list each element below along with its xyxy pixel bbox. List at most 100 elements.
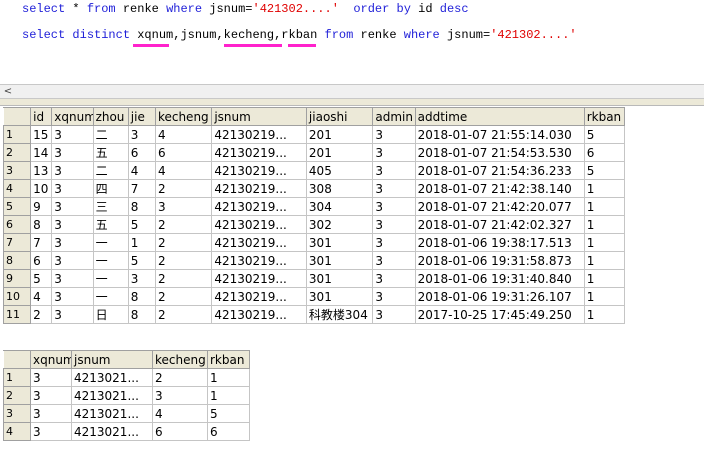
cell-addtime[interactable]: 2018-01-07 21:54:36.233 (414, 161, 585, 180)
cell-xqnum[interactable]: 3 (51, 233, 94, 252)
cell-jsnum[interactable]: 4213021... (71, 404, 153, 423)
cell-kecheng[interactable]: 2 (154, 287, 213, 306)
row-number[interactable]: 2 (3, 386, 31, 405)
cell-admin[interactable]: 3 (372, 251, 416, 270)
results-grid-1[interactable]: id xqnum zhou jie kecheng jsnum jiaoshi admin ad… (2, 107, 626, 324)
cell-rkban[interactable]: 6 (583, 143, 626, 162)
cell-jiaoshi[interactable]: 科教楼304 (305, 305, 374, 324)
cell-jie[interactable]: 5 (127, 251, 156, 270)
cell-xqnum[interactable]: 3 (51, 125, 94, 144)
cell-id[interactable]: 14 (30, 143, 53, 162)
cell-zhou[interactable]: 四 (92, 179, 129, 198)
cell-addtime[interactable]: 2018-01-07 21:54:53.530 (414, 143, 585, 162)
cell-rkban[interactable]: 1 (583, 197, 626, 216)
cell-admin[interactable]: 3 (372, 215, 416, 234)
cell-jsnum[interactable]: 4213021... (71, 422, 153, 441)
cell-kecheng[interactable]: 2 (154, 233, 213, 252)
query-line-2[interactable]: select distinct xqnum,jsnum,kecheng,rkba… (22, 28, 577, 42)
row-number[interactable]: 7 (2, 233, 32, 252)
results-grid-2[interactable]: xqnum jsnum kecheng rkban 1 3 4213021... 2 1 2 3 4… (3, 350, 250, 441)
cell-zhou[interactable]: 一 (92, 251, 129, 270)
pane-splitter[interactable] (0, 99, 704, 106)
cell-xqnum[interactable]: 3 (51, 179, 94, 198)
cell-xqnum[interactable]: 3 (30, 368, 72, 387)
table-row[interactable]: 1 3 4213021... 2 1 (3, 368, 250, 387)
horizontal-scrollbar[interactable]: < (0, 84, 704, 99)
cell-kecheng[interactable]: 2 (152, 368, 208, 387)
cell-admin[interactable]: 3 (372, 305, 416, 324)
row-number[interactable]: 8 (2, 251, 32, 270)
cell-jiaoshi[interactable]: 308 (305, 179, 374, 198)
cell-jiaoshi[interactable]: 304 (305, 197, 374, 216)
table-row[interactable]: 4 3 4213021... 6 6 (3, 422, 250, 441)
cell-jie[interactable]: 4 (127, 161, 156, 180)
cell-xqnum[interactable]: 3 (51, 161, 94, 180)
cell-admin[interactable]: 3 (372, 197, 416, 216)
cell-jsnum[interactable]: 42130219... (211, 161, 307, 180)
column-header-jsnum[interactable]: jsnum (211, 107, 307, 126)
cell-jsnum[interactable]: 42130219... (211, 179, 307, 198)
cell-id[interactable]: 15 (30, 125, 53, 144)
cell-xqnum[interactable]: 3 (51, 269, 94, 288)
row-number[interactable]: 4 (3, 422, 31, 441)
row-number[interactable]: 3 (2, 161, 32, 180)
cell-zhou[interactable]: 一 (92, 233, 129, 252)
grid-corner-cell[interactable] (2, 107, 32, 126)
cell-rkban[interactable]: 1 (583, 215, 626, 234)
cell-id[interactable]: 9 (30, 197, 53, 216)
column-header-zhou[interactable]: zhou (92, 107, 129, 126)
cell-jiaoshi[interactable]: 201 (305, 125, 374, 144)
cell-zhou[interactable]: 三 (92, 197, 129, 216)
cell-jiaoshi[interactable]: 301 (305, 287, 374, 306)
cell-admin[interactable]: 3 (372, 269, 416, 288)
table-row[interactable]: 4 10 3 四 7 2 42130219... 308 3 2018-01-07 21:42:3… (2, 179, 626, 198)
cell-id[interactable]: 13 (30, 161, 53, 180)
cell-jsnum[interactable]: 42130219... (211, 215, 307, 234)
cell-jie[interactable]: 3 (127, 269, 156, 288)
column-header-kecheng[interactable]: kecheng (152, 350, 208, 369)
cell-jie[interactable]: 8 (127, 197, 156, 216)
sql-query-editor[interactable]: select * from renke where jsnum='421302.… (0, 0, 704, 84)
row-number[interactable]: 11 (2, 305, 32, 324)
cell-kecheng[interactable]: 3 (154, 197, 213, 216)
cell-kecheng[interactable]: 4 (152, 404, 208, 423)
cell-jie[interactable]: 3 (127, 125, 156, 144)
cell-kecheng[interactable]: 6 (154, 143, 213, 162)
cell-id[interactable]: 4 (30, 287, 53, 306)
column-header-kecheng[interactable]: kecheng (154, 107, 213, 126)
cell-jsnum[interactable]: 42130219... (211, 269, 307, 288)
cell-jsnum[interactable]: 4213021... (71, 368, 153, 387)
row-number[interactable]: 3 (3, 404, 31, 423)
cell-rkban[interactable]: 6 (207, 422, 250, 441)
cell-jsnum[interactable]: 42130219... (211, 251, 307, 270)
table-row[interactable]: 2 3 4213021... 3 1 (3, 386, 250, 405)
cell-kecheng[interactable]: 4 (154, 125, 213, 144)
cell-xqnum[interactable]: 3 (30, 386, 72, 405)
column-header-id[interactable]: id (30, 107, 53, 126)
cell-id[interactable]: 2 (30, 305, 53, 324)
column-header-jie[interactable]: jie (127, 107, 156, 126)
cell-kecheng[interactable]: 2 (154, 251, 213, 270)
cell-xqnum[interactable]: 3 (51, 215, 94, 234)
cell-admin[interactable]: 3 (372, 287, 416, 306)
cell-zhou[interactable]: 二 (92, 125, 129, 144)
cell-rkban[interactable]: 1 (583, 251, 626, 270)
cell-jiaoshi[interactable]: 301 (305, 269, 374, 288)
cell-xqnum[interactable]: 3 (51, 287, 94, 306)
grid-corner-cell[interactable] (3, 350, 31, 369)
cell-id[interactable]: 8 (30, 215, 53, 234)
cell-jie[interactable]: 6 (127, 143, 156, 162)
scroll-left-icon[interactable]: < (2, 86, 14, 97)
cell-rkban[interactable]: 1 (583, 305, 626, 324)
table-row[interactable]: 7 7 3 一 1 2 42130219... 301 3 2018-01-06 19:38:17… (2, 233, 626, 252)
cell-rkban[interactable]: 1 (583, 179, 626, 198)
cell-zhou[interactable]: 五 (92, 215, 129, 234)
cell-jsnum[interactable]: 42130219... (211, 305, 307, 324)
cell-xqnum[interactable]: 3 (30, 422, 72, 441)
cell-admin[interactable]: 3 (372, 233, 416, 252)
cell-xqnum[interactable]: 3 (51, 197, 94, 216)
cell-addtime[interactable]: 2018-01-06 19:31:26.107 (414, 287, 585, 306)
cell-rkban[interactable]: 1 (583, 269, 626, 288)
table-row[interactable]: 3 13 3 二 4 4 42130219... 405 3 2018-01-07 21:54:3… (2, 161, 626, 180)
cell-xqnum[interactable]: 3 (30, 404, 72, 423)
